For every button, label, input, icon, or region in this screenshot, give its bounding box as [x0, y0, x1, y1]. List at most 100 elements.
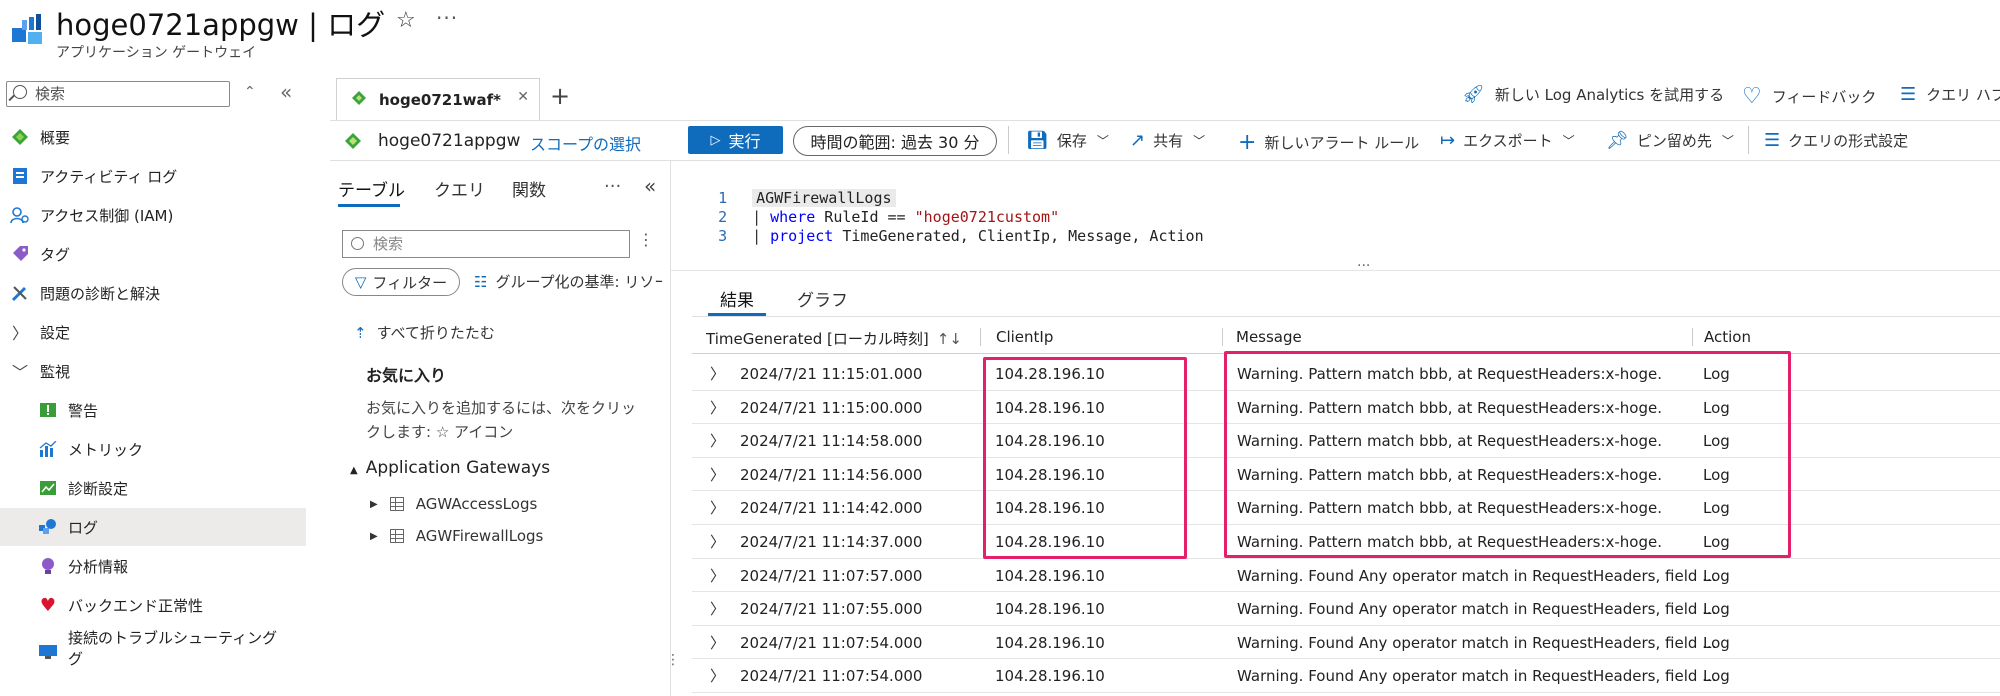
table-icon	[389, 497, 404, 511]
format-query-button[interactable]: ☰ クエリの形式設定	[1764, 130, 1908, 151]
expand-row-icon[interactable]: 〉	[710, 598, 725, 619]
expand-row-icon[interactable]: 〉	[710, 632, 725, 653]
scope-name: hoge0721appgw	[378, 131, 521, 151]
more-options-icon[interactable]: ···	[436, 6, 458, 30]
expand-row-icon[interactable]: 〉	[710, 531, 725, 552]
column-separator[interactable]	[1692, 328, 1693, 346]
run-button[interactable]: ▷ 実行	[688, 126, 783, 154]
tab-tables[interactable]: テーブル	[338, 176, 405, 201]
more-options-icon[interactable]: ···	[604, 176, 621, 197]
heart-icon: ♥	[39, 594, 57, 616]
filter-button[interactable]: ▽ フィルター	[342, 268, 460, 296]
sidebar-item-diagnose[interactable]: 問題の診断と解決	[0, 274, 306, 312]
expand-row-icon[interactable]: 〉	[710, 665, 725, 686]
sidebar-item-connection-troubleshoot[interactable]: 接続のトラブルシューティンググ	[0, 628, 306, 678]
page-subtitle: アプリケーション ゲートウェイ	[56, 45, 257, 61]
sidebar-item-tags[interactable]: タグ	[0, 235, 306, 273]
query-hub-icon: ☰	[1900, 84, 1917, 105]
tab-functions[interactable]: 関数	[512, 176, 546, 201]
resize-handle-icon[interactable]: ⋮	[666, 652, 680, 668]
sidebar-item-settings[interactable]: 〉 設定	[0, 313, 306, 351]
query-hub-button[interactable]: ☰ クエリ ハブ	[1900, 84, 2000, 105]
try-new-log-analytics-button[interactable]: 🚀︎ 新しい Log Analytics を試用する	[1462, 84, 1724, 105]
tag-icon	[10, 244, 30, 264]
nav-search-input[interactable]: 検索	[6, 81, 230, 107]
cell-clientip: 104.28.196.10	[995, 633, 1105, 652]
application-gateways-group[interactable]: ▲ Application Gateways	[350, 458, 550, 478]
save-button[interactable]: 💾︎ 保存 ﹀	[1026, 130, 1109, 151]
sidebar-item-monitoring[interactable]: ﹀ 監視	[0, 352, 306, 390]
share-button[interactable]: ↗ 共有 ﹀	[1130, 130, 1205, 151]
expand-row-icon[interactable]: 〉	[710, 464, 725, 485]
chevron-down-icon: ﹀	[1193, 134, 1206, 148]
active-tab-indicator	[338, 204, 400, 207]
column-header-action[interactable]: Action	[1704, 328, 1751, 346]
sidebar-item-alerts[interactable]: 警告	[0, 391, 306, 429]
toolbar-separator	[1008, 126, 1009, 154]
code-line-3[interactable]: 3 | project TimeGenerated, ClientIp, Mess…	[700, 209, 1204, 245]
table-item-agwfirewalllogs[interactable]: ▶ AGWFirewallLogs	[370, 527, 543, 545]
table-row[interactable]: 〉 2024/7/21 11:07:57.000 104.28.196.10 Warn…	[692, 559, 2000, 593]
tab-query-hoge0721waf[interactable]: hoge0721waf* ✕	[336, 78, 540, 120]
troubleshoot-icon	[38, 642, 58, 662]
table-row[interactable]: 〉 2024/7/21 11:07:54.000 104.28.196.10 Warn…	[692, 659, 2000, 693]
table-row[interactable]: 〉 2024/7/21 11:07:55.000 104.28.196.10 Warn…	[692, 592, 2000, 626]
column-header-message[interactable]: Message	[1236, 328, 1302, 346]
sidebar-item-diagnostic-settings[interactable]: 診断設定	[0, 469, 306, 507]
tab-chart[interactable]: グラフ	[797, 286, 848, 311]
column-header-clientip[interactable]: ClientIp	[996, 328, 1053, 346]
add-tab-icon[interactable]: +	[550, 82, 570, 110]
tab-queries[interactable]: クエリ	[434, 176, 485, 201]
favorite-star-icon[interactable]: ☆	[396, 8, 416, 33]
group-by-button[interactable]: ☷グループ化の基準: リソース	[474, 271, 662, 292]
time-range-picker[interactable]: 時間の範囲: 過去 30 分	[793, 126, 997, 156]
cell-message: Warning. Found Any operator match in Req…	[1237, 667, 1717, 686]
schema-search-input[interactable]: 検索	[342, 230, 630, 258]
column-header-timegenerated[interactable]: TimeGenerated [ローカル時刻] ↑↓	[706, 328, 962, 349]
sidebar-item-overview[interactable]: 概要	[0, 118, 306, 156]
cell-action: Log	[1703, 633, 1730, 652]
diagnostic-settings-icon	[38, 478, 58, 498]
expand-row-icon[interactable]: 〉	[710, 497, 725, 518]
cell-time: 2024/7/21 11:14:58.000	[740, 432, 923, 451]
table-item-agwaccesslogs[interactable]: ▶ AGWAccessLogs	[370, 495, 537, 513]
caret-right-icon: ▶	[370, 530, 378, 542]
column-separator[interactable]	[1222, 328, 1223, 346]
export-button[interactable]: ↦ エクスポート ﹀	[1440, 130, 1575, 151]
collapse-pane-icon[interactable]: «	[644, 174, 656, 198]
vertical-more-icon[interactable]: ⋮	[638, 230, 654, 249]
cell-message: Warning. Found Any operator match in Req…	[1237, 566, 1717, 585]
cell-clientip: 104.28.196.10	[995, 566, 1105, 585]
editor-results-splitter[interactable]	[671, 270, 2000, 271]
tab-results[interactable]: 結果	[720, 286, 754, 311]
plus-icon: +	[1238, 130, 1257, 155]
expand-row-icon[interactable]: 〉	[710, 430, 725, 451]
sidebar-item-metrics[interactable]: メトリック	[0, 430, 306, 468]
sort-updown-icon[interactable]: ⌃	[244, 84, 256, 100]
collapse-all-button[interactable]: ⇡ すべて折りたたむ	[354, 322, 495, 343]
pin-to-button[interactable]: 📌︎ ピン留め先 ﹀	[1606, 130, 1734, 151]
column-separator[interactable]	[980, 328, 981, 346]
expand-row-icon[interactable]: 〉	[710, 565, 725, 586]
export-icon: ↦	[1440, 130, 1456, 151]
cell-time: 2024/7/21 11:14:56.000	[740, 465, 923, 484]
activity-log-icon	[10, 166, 30, 186]
insights-icon	[38, 556, 58, 576]
splitter-handle-icon[interactable]: ···	[1357, 258, 1370, 274]
sort-icon[interactable]: ↑↓	[937, 330, 962, 348]
feedback-button[interactable]: ♡ フィードバック	[1742, 84, 1876, 109]
cell-time: 2024/7/21 11:14:37.000	[740, 533, 923, 551]
select-scope-link[interactable]: スコープの選択	[530, 131, 641, 155]
sidebar-item-logs[interactable]: ログ	[0, 508, 306, 546]
new-alert-rule-button[interactable]: + 新しいアラート ルール	[1238, 130, 1419, 155]
sidebar-item-activity-log[interactable]: アクティビティ ログ	[0, 157, 306, 195]
sidebar-item-insights[interactable]: 分析情報	[0, 547, 306, 585]
sidebar-item-backend-health[interactable]: ♥ バックエンド正常性	[0, 586, 306, 624]
highlight-box-message-action	[1224, 351, 1791, 558]
sidebar-item-iam[interactable]: アクセス制御 (IAM)	[0, 196, 306, 234]
close-tab-icon[interactable]: ✕	[517, 89, 529, 105]
table-row[interactable]: 〉 2024/7/21 11:07:54.000 104.28.196.10 Warn…	[692, 626, 2000, 660]
collapse-nav-icon[interactable]: «	[280, 80, 292, 104]
expand-row-icon[interactable]: 〉	[710, 363, 725, 384]
expand-row-icon[interactable]: 〉	[710, 397, 725, 418]
